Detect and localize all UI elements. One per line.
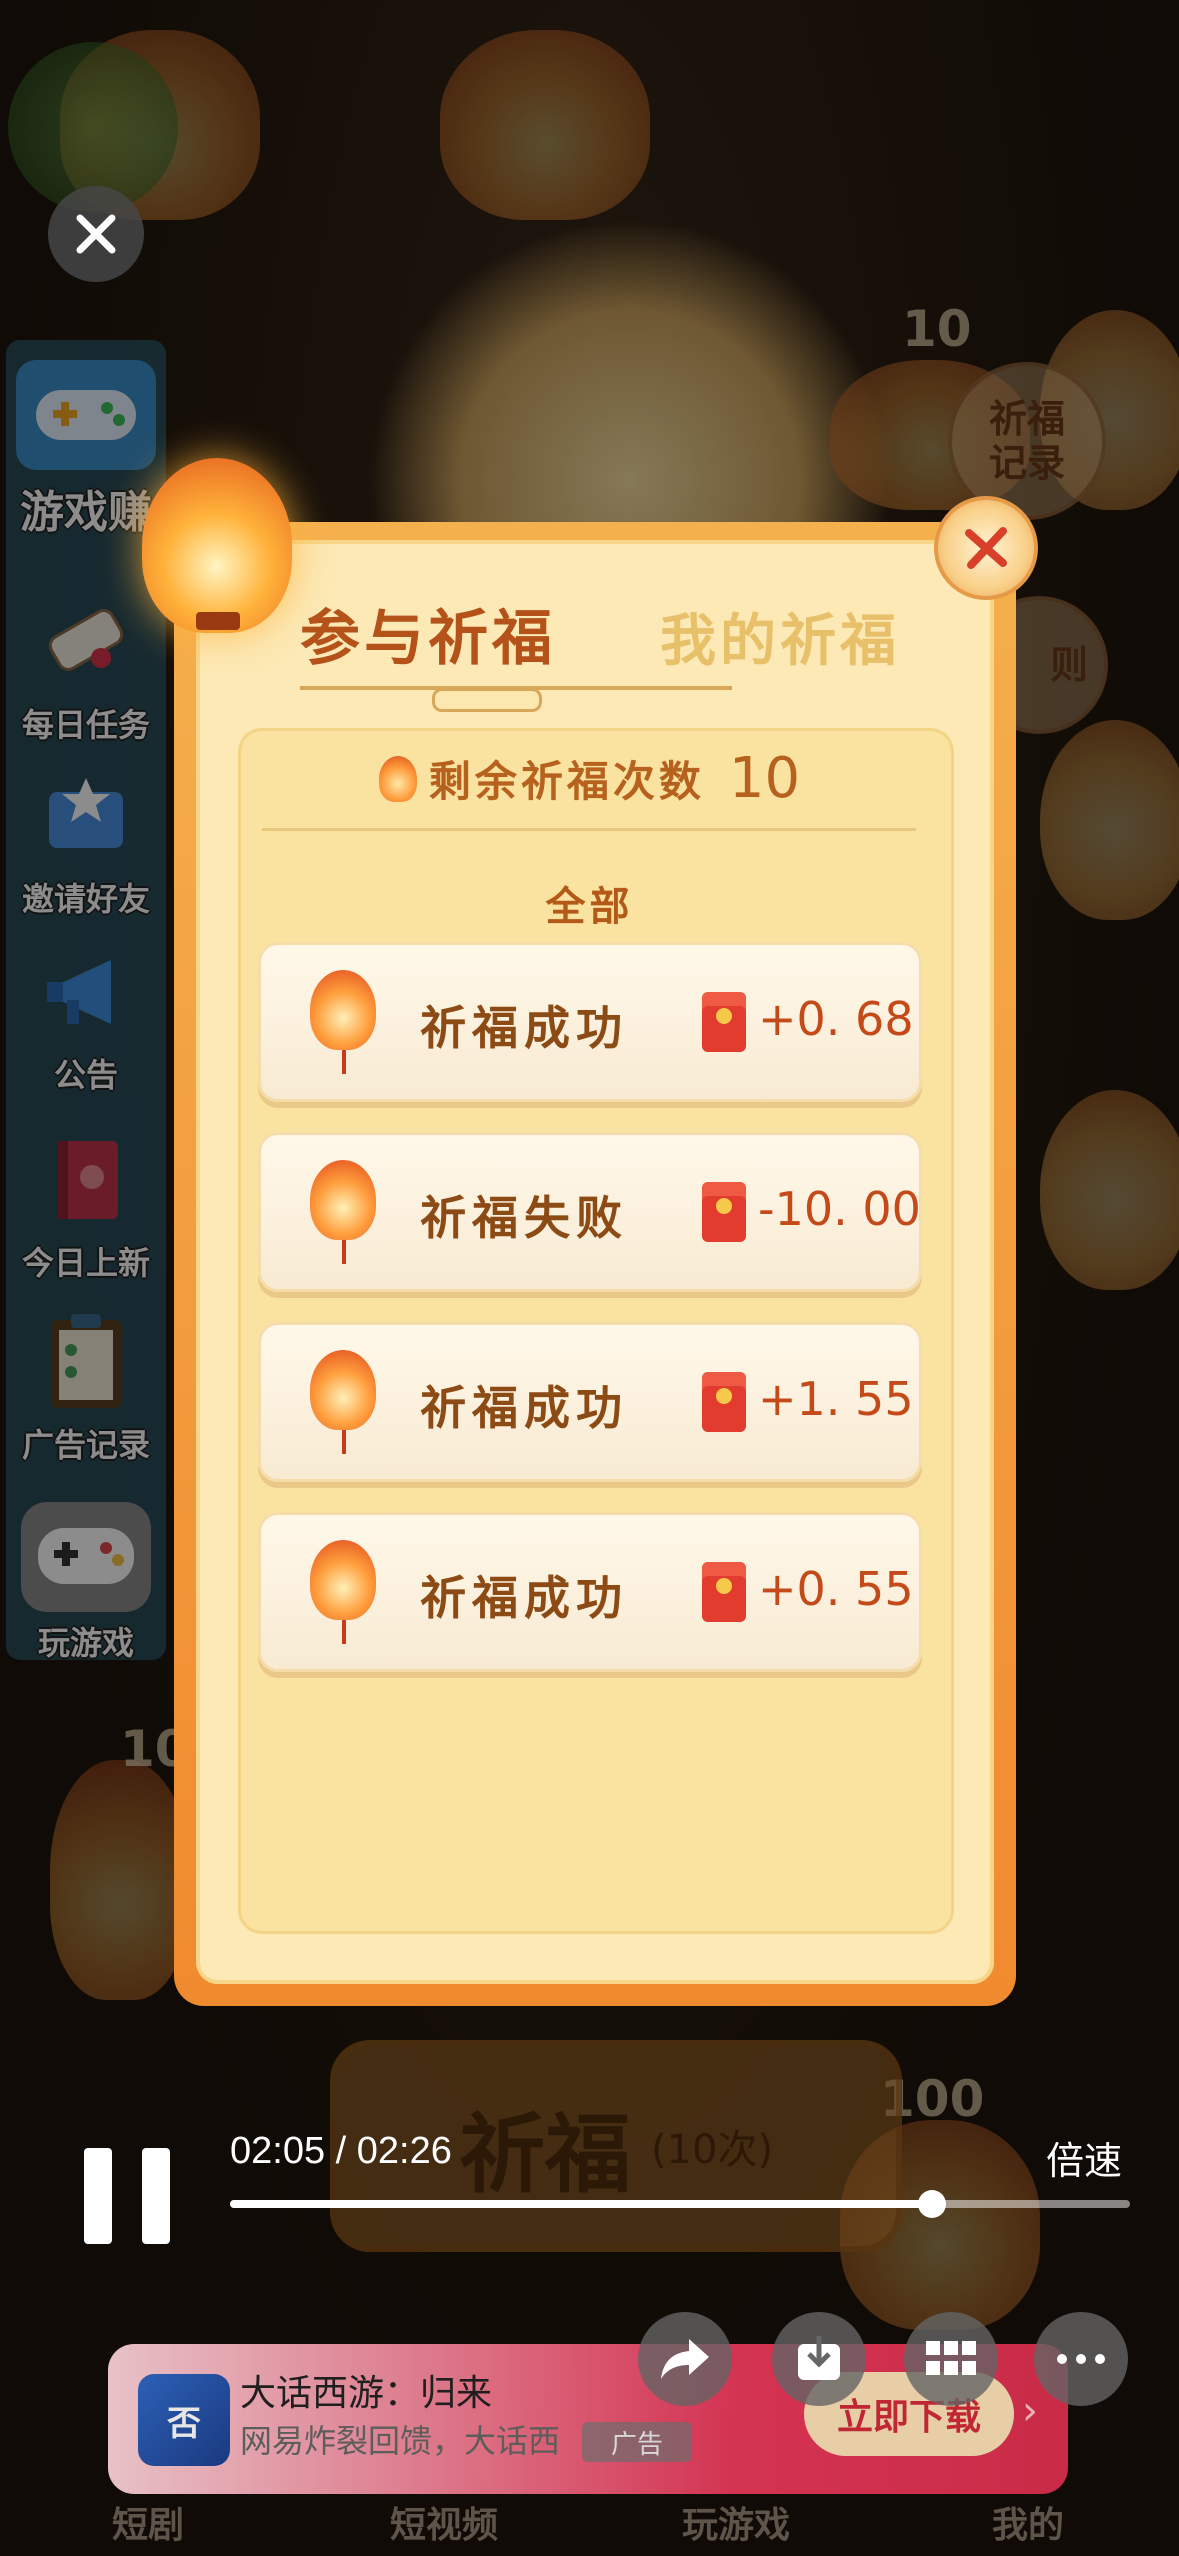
lantern-icon — [310, 1160, 376, 1240]
remaining-count-row: 剩余祈福次数 10 — [0, 746, 1179, 811]
bottom-nav: 短剧 短视频 玩游戏 我的 — [0, 2496, 1179, 2556]
download-icon — [798, 2336, 840, 2380]
modal-close-button[interactable] — [934, 496, 1038, 600]
nav-item-short-video[interactable]: 短视频 — [390, 2496, 498, 2548]
record-status: 祈福失败 — [420, 1191, 628, 1245]
progress-bar[interactable] — [230, 2190, 1130, 2218]
close-icon — [965, 527, 1007, 569]
record-amount: +0. 68 — [758, 992, 914, 1046]
share-icon — [661, 2339, 709, 2379]
grid-icon — [926, 2341, 976, 2375]
tab-my-prayers[interactable]: 我的祈福 — [660, 596, 900, 677]
tab-indicator — [432, 688, 542, 712]
divider — [262, 828, 916, 831]
lantern-icon — [310, 970, 376, 1050]
download-button[interactable] — [772, 2312, 866, 2406]
record-item: 祈福成功 +0. 68 — [258, 942, 922, 1102]
red-packet-icon — [702, 992, 746, 1052]
lantern-tassel — [342, 1430, 346, 1454]
modal-lantern-base — [196, 612, 240, 630]
ad-subtitle: 网易炸裂回馈，大话西 — [240, 2422, 561, 2460]
remaining-count: 10 — [728, 746, 801, 811]
grid-menu-button[interactable] — [904, 2312, 998, 2406]
red-packet-icon — [702, 1562, 746, 1622]
record-status: 祈福成功 — [420, 1571, 628, 1625]
lantern-tassel — [342, 1050, 346, 1074]
filter-all[interactable]: 全部 — [0, 874, 1179, 932]
lantern-icon — [310, 1540, 376, 1620]
share-button[interactable] — [638, 2312, 732, 2406]
more-icon — [1057, 2354, 1105, 2364]
ad-tag: 广告 — [582, 2422, 692, 2462]
remaining-label: 剩余祈福次数 — [428, 757, 705, 806]
record-item: 祈福成功 +1. 55 — [258, 1322, 922, 1482]
record-amount: -10. 00 — [758, 1182, 921, 1236]
lantern-tassel — [342, 1620, 346, 1644]
progress-knob[interactable] — [918, 2190, 946, 2218]
speed-button[interactable]: 倍速 — [1046, 2130, 1122, 2185]
lantern-icon — [378, 755, 417, 802]
nav-item-play-games[interactable]: 玩游戏 — [682, 2496, 790, 2548]
close-icon — [76, 214, 116, 254]
playback-time: 02:05 / 02:26 — [230, 2130, 452, 2172]
lantern-tassel — [342, 1240, 346, 1264]
record-item: 祈福成功 +0. 55 — [258, 1512, 922, 1672]
record-amount: +0. 55 — [758, 1562, 914, 1616]
chevron-right-icon: › — [1022, 2388, 1038, 2434]
pause-icon-bar — [142, 2148, 170, 2244]
ad-app-icon: 否 — [138, 2374, 230, 2466]
record-item: 祈福失败 -10. 00 — [258, 1132, 922, 1292]
modal-lantern-icon — [142, 458, 292, 633]
close-button[interactable] — [48, 186, 144, 282]
progress-fill — [230, 2200, 932, 2208]
pause-icon-bar — [84, 2148, 112, 2244]
record-amount: +1. 55 — [758, 1372, 914, 1426]
red-packet-icon — [702, 1182, 746, 1242]
ad-title: 大话西游：归来 — [240, 2373, 493, 2414]
tab-participate[interactable]: 参与祈福 — [300, 590, 556, 677]
nav-item-short-drama[interactable]: 短剧 — [112, 2496, 184, 2548]
lantern-icon — [310, 1350, 376, 1430]
record-status: 祈福成功 — [420, 1381, 628, 1435]
pause-button[interactable] — [84, 2148, 172, 2244]
record-status: 祈福成功 — [420, 1001, 628, 1055]
red-packet-icon — [702, 1372, 746, 1432]
more-button[interactable] — [1034, 2312, 1128, 2406]
nav-item-mine[interactable]: 我的 — [992, 2496, 1064, 2548]
